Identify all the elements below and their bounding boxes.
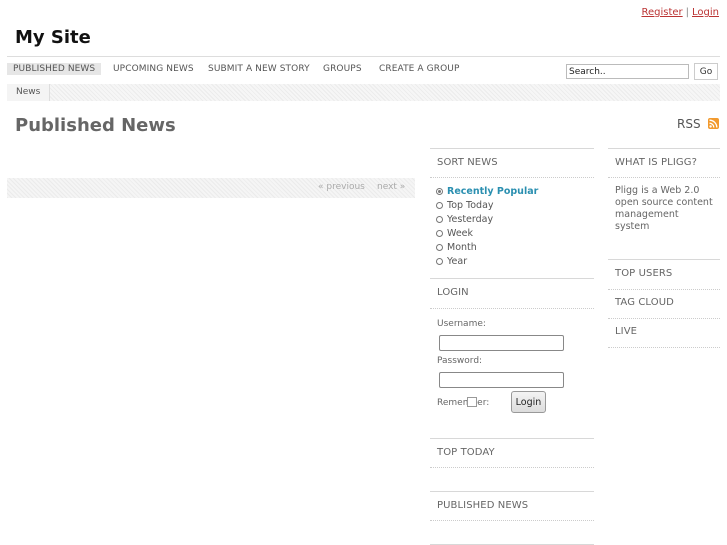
radio-icon[interactable] <box>436 244 443 251</box>
rss-link[interactable]: RSS <box>677 117 701 131</box>
rss-icon[interactable] <box>708 118 719 129</box>
nav-upcoming-news[interactable]: UPCOMING NEWS <box>113 64 194 74</box>
site-title[interactable]: My Site <box>15 27 91 48</box>
register-link[interactable]: Register <box>641 7 682 18</box>
login-button[interactable]: Login <box>511 391 546 413</box>
what-is-pligg-text: Pligg is a Web 2.0 open source content m… <box>615 185 713 232</box>
sort-option-recently-popular[interactable]: Recently Popular <box>436 186 538 197</box>
breadcrumb-news[interactable]: News <box>7 84 51 101</box>
username-field[interactable] <box>439 335 564 351</box>
username-label: Username: <box>437 319 486 329</box>
password-label: Password: <box>437 356 483 366</box>
sort-option-label: Top Today <box>447 200 494 211</box>
remember-checkbox[interactable] <box>467 397 477 407</box>
published-news-divider-top <box>430 491 594 492</box>
sort-option-yesterday[interactable]: Yesterday <box>436 214 493 225</box>
sort-option-label: Year <box>447 256 468 267</box>
password-field[interactable] <box>439 372 564 388</box>
sort-news-title: SORT NEWS <box>437 157 498 168</box>
sort-option-top-today[interactable]: Top Today <box>436 200 494 211</box>
top-today-divider <box>430 467 594 468</box>
login-link[interactable]: Login <box>692 7 719 18</box>
header-divider <box>7 56 720 57</box>
page-title: Published News <box>15 115 176 136</box>
top-users-divider <box>608 289 720 290</box>
nav-published-news[interactable]: PUBLISHED NEWS <box>7 63 102 75</box>
sort-option-label: Yesterday <box>447 214 494 225</box>
sort-option-year[interactable]: Year <box>436 256 467 267</box>
link-separator: | <box>685 7 690 18</box>
what-is-divider-top <box>608 148 720 149</box>
tag-cloud-divider <box>608 318 720 319</box>
sort-option-week[interactable]: Week <box>436 228 473 239</box>
previous-page-link[interactable]: « previous <box>318 182 365 192</box>
live-divider <box>608 347 720 348</box>
search-go-button[interactable]: Go <box>694 63 718 80</box>
sort-option-label: Recently Popular <box>447 186 539 197</box>
radio-selected-icon[interactable] <box>436 188 443 195</box>
nav-groups[interactable]: GROUPS <box>323 64 362 74</box>
sort-option-label: Month <box>447 242 477 253</box>
login-title: LOGIN <box>437 287 469 298</box>
login-divider-top <box>430 278 594 279</box>
radio-icon[interactable] <box>436 216 443 223</box>
sort-news-divider-top <box>430 148 594 149</box>
what-is-divider <box>608 177 720 178</box>
live-title[interactable]: LIVE <box>615 326 637 337</box>
remember-label: Remember: <box>437 398 490 408</box>
top-today-divider-top <box>430 438 594 439</box>
radio-icon[interactable] <box>436 230 443 237</box>
nav-submit-story[interactable]: SUBMIT A NEW STORY <box>208 64 310 74</box>
radio-icon[interactable] <box>436 258 443 265</box>
what-is-pligg-title: WHAT IS PLIGG? <box>615 157 697 168</box>
top-links: Register | Login <box>641 7 719 18</box>
top-users-title[interactable]: TOP USERS <box>615 268 672 279</box>
next-page-link[interactable]: next » <box>377 182 405 192</box>
login-divider <box>430 308 594 309</box>
sort-option-month[interactable]: Month <box>436 242 477 253</box>
sort-option-label: Week <box>447 228 474 239</box>
radio-icon[interactable] <box>436 202 443 209</box>
top-today-title[interactable]: TOP TODAY <box>437 447 495 458</box>
breadcrumb: News <box>7 84 720 101</box>
tag-cloud-title[interactable]: TAG CLOUD <box>615 297 674 308</box>
published-news-box-title[interactable]: PUBLISHED NEWS <box>437 500 528 511</box>
search-input[interactable] <box>566 64 689 79</box>
published-news-divider <box>430 520 594 521</box>
nav-create-group[interactable]: CREATE A GROUP <box>379 64 459 74</box>
sort-news-divider <box>430 177 594 178</box>
pagination-bar: « previous next » <box>7 178 415 198</box>
top-users-divider-top <box>608 259 720 260</box>
